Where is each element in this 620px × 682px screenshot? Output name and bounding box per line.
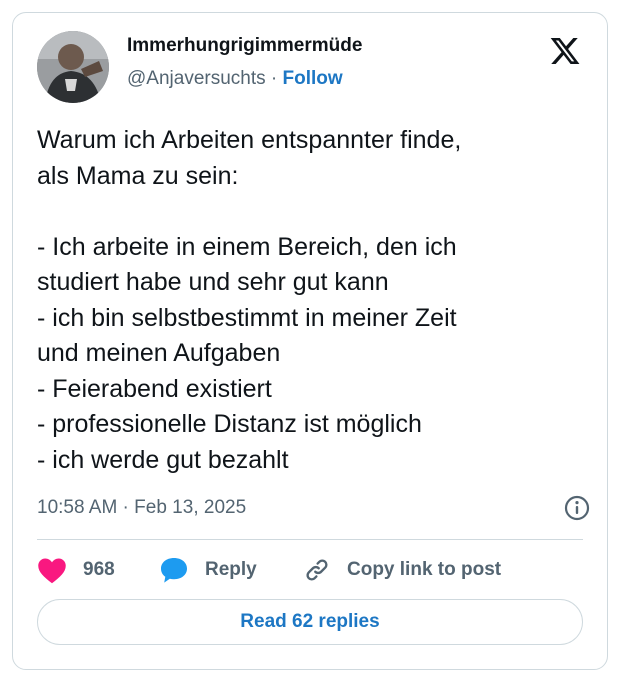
- reply-button[interactable]: Reply: [159, 553, 257, 587]
- reply-label: Reply: [205, 559, 257, 580]
- read-replies-button[interactable]: Read 62 replies: [37, 599, 583, 645]
- divider: [37, 539, 583, 540]
- author-handle[interactable]: @Anjaversuchts: [127, 68, 266, 89]
- like-count: 968: [83, 559, 115, 580]
- speech-bubble-icon: [159, 556, 189, 584]
- copy-link-button[interactable]: Copy link to post: [303, 553, 501, 587]
- tweet-card: Immerhungrigimmermüde @Anjaversuchts · F…: [12, 12, 608, 670]
- heart-icon: [37, 556, 67, 584]
- x-logo-icon[interactable]: [549, 35, 581, 67]
- handle-separator: ·: [270, 68, 278, 89]
- tweet-header: Immerhungrigimmermüde @Anjaversuchts · F…: [37, 31, 585, 107]
- like-button[interactable]: 968: [37, 553, 115, 587]
- tweet-text: Warum ich Arbeiten entspannter finde, al…: [37, 126, 462, 474]
- author-handle-line: @Anjaversuchts · Follow: [127, 68, 343, 90]
- action-bar: 968 Reply Copy link to post: [37, 553, 583, 587]
- author-display-name[interactable]: Immerhungrigimmermüde: [127, 35, 362, 57]
- tweet-timestamp[interactable]: 10:58 AM · Feb 13, 2025: [37, 497, 246, 519]
- info-icon[interactable]: [563, 494, 591, 522]
- copy-link-label: Copy link to post: [347, 559, 502, 580]
- follow-button[interactable]: Follow: [283, 68, 343, 89]
- link-icon: [303, 556, 331, 584]
- avatar[interactable]: [37, 31, 109, 103]
